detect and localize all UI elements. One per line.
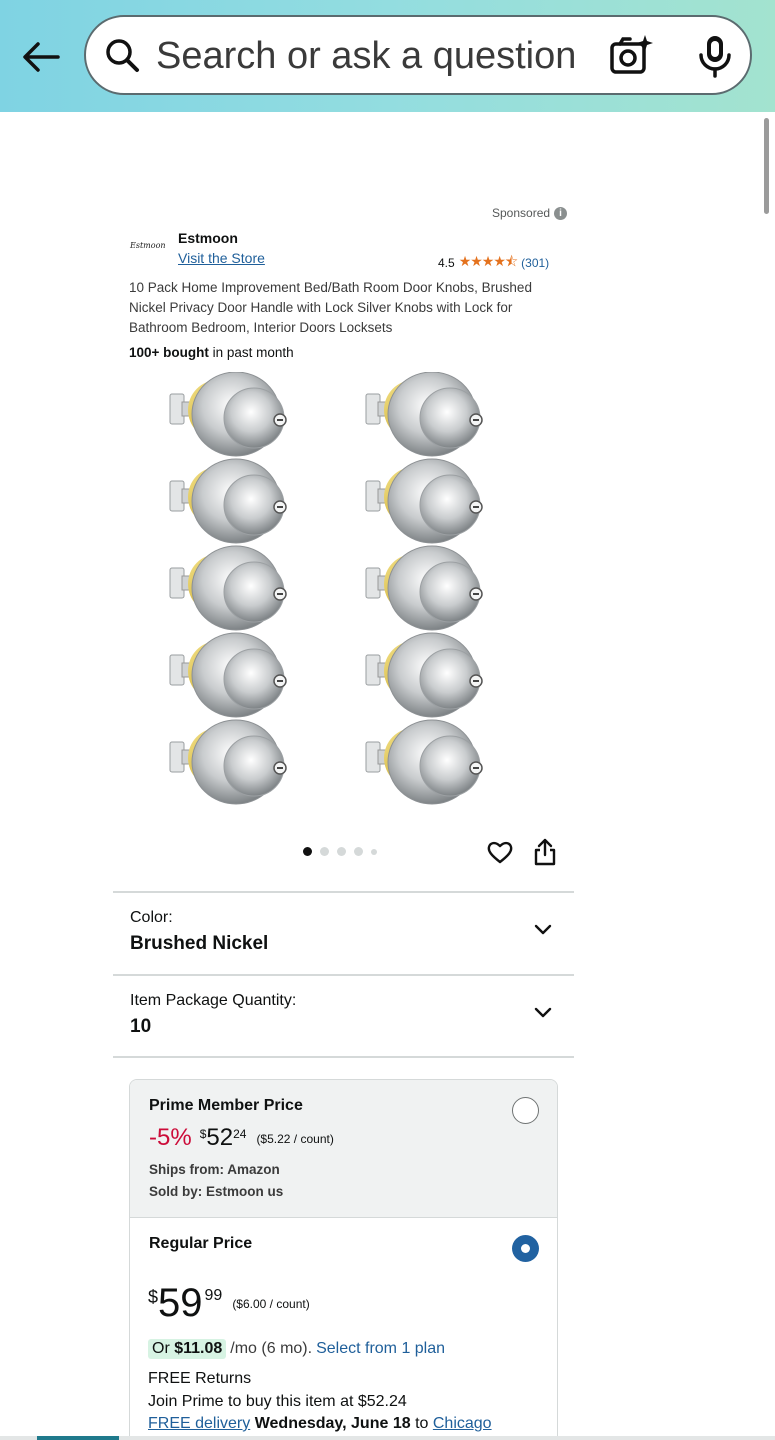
- price-fraction: 24: [233, 1127, 247, 1141]
- heart-icon[interactable]: [487, 840, 513, 864]
- carousel-dot[interactable]: [371, 848, 377, 855]
- carousel-dot[interactable]: [303, 847, 312, 856]
- sponsored-label[interactable]: Sponsored i: [492, 206, 568, 220]
- brand-logo[interactable]: Estmoon: [130, 241, 166, 250]
- chevron-down-icon: [534, 1007, 552, 1018]
- door-knob-lockset: [169, 458, 287, 544]
- product-title[interactable]: 10 Pack Home Improvement Bed/Bath Room D…: [129, 278, 559, 338]
- carousel-dot[interactable]: [354, 847, 363, 856]
- free-returns-link[interactable]: FREE Returns: [148, 1370, 251, 1388]
- divider: [113, 1056, 574, 1058]
- bought-badge: 100+ bought in past month: [129, 345, 294, 360]
- search-icon: [106, 39, 139, 72]
- prime-price-amount: $ 52 24: [200, 1124, 247, 1152]
- prime-price-title: Prime Member Price: [149, 1097, 303, 1114]
- prime-price-radio[interactable]: [512, 1097, 539, 1124]
- door-knob-lockset: [365, 372, 483, 457]
- lockset-grid: [169, 372, 483, 805]
- regular-price-radio[interactable]: [512, 1235, 539, 1262]
- color-label: Color:: [130, 909, 173, 926]
- search-input[interactable]: [156, 31, 596, 81]
- info-icon[interactable]: i: [554, 206, 568, 220]
- color-value: Brushed Nickel: [130, 933, 269, 954]
- price-whole: 52: [206, 1124, 234, 1151]
- chevron-down-icon: [534, 924, 552, 935]
- currency-symbol: $: [199, 1127, 207, 1141]
- prime-price: -5% $ 52 24 ($5.22 / count): [149, 1124, 334, 1152]
- discount-percent: -5%: [149, 1124, 192, 1151]
- carousel-dot[interactable]: [337, 847, 346, 856]
- sponsored-text: Sponsored: [492, 206, 551, 220]
- regular-price-title: Regular Price: [149, 1235, 253, 1252]
- bottom-bar-indicator: [37, 1436, 119, 1440]
- door-knob-lockset: [169, 545, 287, 631]
- bought-count: 100+ bought: [129, 345, 209, 360]
- back-arrow-icon[interactable]: [18, 34, 64, 80]
- delivery-location-link[interactable]: Chicago: [433, 1415, 492, 1432]
- search-bar[interactable]: [84, 15, 752, 95]
- select-plan-link[interactable]: Select from 1 plan: [316, 1340, 445, 1358]
- door-knob-lockset: [365, 458, 483, 544]
- visit-store-link[interactable]: Visit the Store: [178, 250, 265, 266]
- microphone-icon[interactable]: [694, 33, 736, 79]
- quantity-label: Item Package Quantity:: [130, 992, 297, 1009]
- rating-value: 4.5: [438, 256, 455, 270]
- product-image[interactable]: [165, 372, 525, 812]
- unit-price: ($5.22 / count): [256, 1132, 334, 1146]
- share-icon[interactable]: [533, 838, 557, 866]
- color-selector[interactable]: Color: Brushed Nickel: [113, 893, 574, 973]
- review-count[interactable]: (301): [521, 256, 549, 270]
- brand-name: Estmoon: [178, 230, 238, 246]
- rating[interactable]: 4.5 ★★★★⯪ (301): [438, 251, 549, 275]
- door-knob-lockset: [365, 545, 483, 631]
- free-delivery-link[interactable]: FREE delivery: [148, 1415, 250, 1432]
- door-knob-lockset: [169, 372, 287, 457]
- ships-from: Ships from: Amazon: [149, 1162, 280, 1177]
- bought-period: in past month: [208, 345, 294, 360]
- camera-sparkle-icon[interactable]: [608, 33, 654, 79]
- page-scrollbar[interactable]: [764, 118, 769, 214]
- door-knob-lockset: [365, 632, 483, 718]
- search-header: [0, 0, 775, 112]
- image-carousel-dots[interactable]: [303, 847, 377, 856]
- quantity-value: 10: [130, 1016, 152, 1037]
- quantity-selector[interactable]: Item Package Quantity: 10: [113, 976, 574, 1056]
- door-knob-lockset: [169, 719, 287, 805]
- star-rating-icon: ★★★★⯪: [458, 253, 518, 269]
- door-knob-lockset: [169, 632, 287, 718]
- door-knob-lockset: [365, 719, 483, 805]
- carousel-dot[interactable]: [320, 847, 329, 856]
- prime-price-option[interactable]: Prime Member Price -5% $ 52 24 ($5.22 / …: [130, 1080, 557, 1218]
- sold-by: Sold by: Estmoon us: [149, 1184, 284, 1199]
